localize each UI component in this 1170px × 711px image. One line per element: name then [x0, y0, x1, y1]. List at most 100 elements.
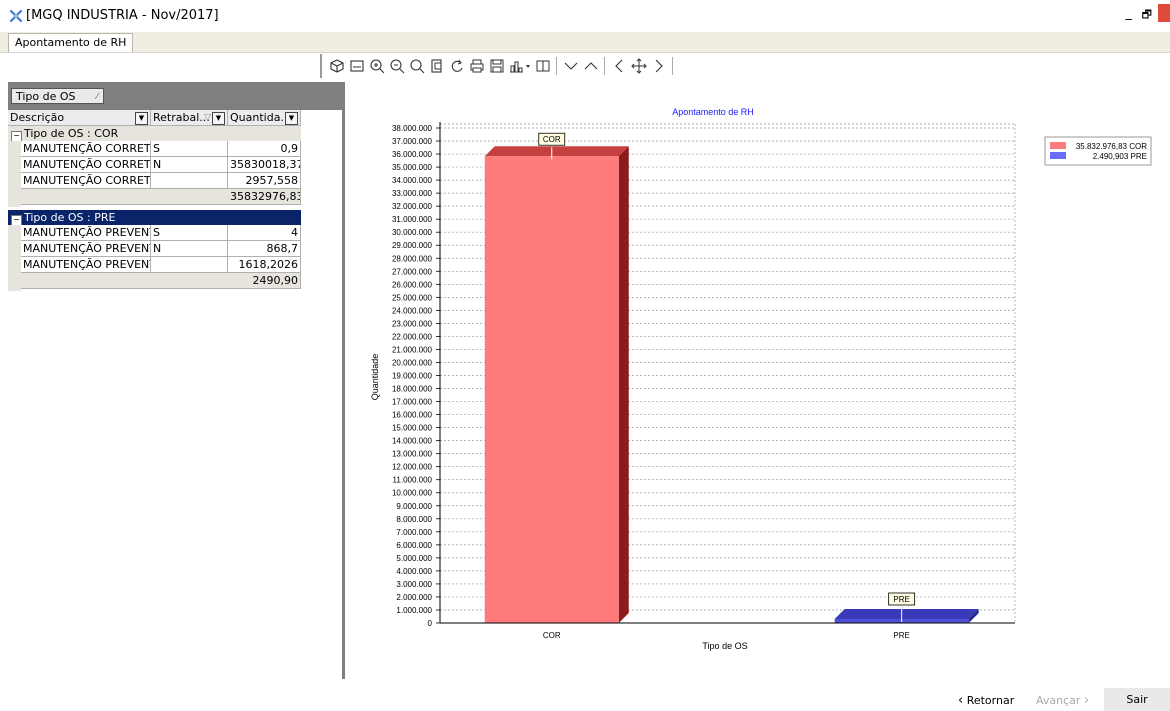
y-tick-label: 20.000.000 — [392, 358, 433, 367]
group-label: Tipo de OS : COR — [24, 127, 119, 140]
cell-retrabalho[interactable] — [151, 257, 228, 273]
y-axis-ticks: 0 1.000.000 2.000.000 3.000.000 4.000.000 5.0… — [392, 124, 440, 628]
zoom-out-icon[interactable] — [388, 57, 406, 75]
y-tick-label: 32.000.000 — [392, 202, 433, 211]
cell-descricao[interactable]: MANUTENÇÃO CORRETIVA FC — [21, 141, 151, 157]
cell-quantidade[interactable]: 0,9 — [228, 141, 301, 157]
cell-quantidade[interactable]: 2957,558 — [228, 173, 301, 189]
chart-area: Apontamento de RH 0 1.000.000 2.000.000 3.0… — [345, 82, 1170, 682]
x-axis-ticks: COR PRE — [543, 631, 910, 640]
forward-button[interactable]: Avançar › — [1036, 693, 1089, 709]
y-tick-label: 1.000.000 — [396, 606, 432, 615]
column-header-retrabalho[interactable]: Retrabal... ▽ ▼ — [151, 110, 228, 126]
group-total-pre: 2490,90 — [228, 273, 301, 289]
bar-cor[interactable] — [484, 156, 619, 623]
cell-retrabalho[interactable]: N — [151, 157, 228, 173]
group-indent — [8, 141, 21, 207]
panel-icon[interactable] — [348, 57, 366, 75]
y-axis-title: Quantidade — [370, 354, 380, 401]
y-tick-label: 37.000.000 — [392, 137, 433, 146]
cell-descricao[interactable]: MANUTENÇÃO CORRETIVA FC — [21, 157, 151, 173]
toolbar-separator — [556, 57, 557, 75]
legend-swatch — [1050, 152, 1066, 159]
group-indent — [8, 225, 21, 291]
y-tick-label: 33.000.000 — [392, 189, 433, 198]
close-button[interactable] — [1158, 4, 1170, 22]
data-label-cor: COR — [543, 135, 561, 144]
back-button[interactable]: ‹ Retornar — [958, 693, 1014, 709]
group-row-cor[interactable]: − Tipo de OS : COR — [8, 126, 301, 142]
toolbar-separator — [604, 57, 605, 75]
y-tick-label: 31.000.000 — [392, 215, 433, 224]
restore-button[interactable]: 🗗 — [1142, 6, 1152, 25]
chart-type-icon[interactable] — [508, 57, 532, 75]
cell-descricao[interactable]: MANUTENÇÃO PREVENTIVA — [21, 257, 151, 273]
y-tick-label: 17.000.000 — [392, 398, 433, 407]
cell-quantidade[interactable]: 868,7 — [228, 241, 301, 257]
layout-icon[interactable] — [534, 57, 552, 75]
zoom-in-icon[interactable] — [368, 57, 386, 75]
y-tick-label: 11.000.000 — [393, 476, 433, 485]
filter-dropdown-icon[interactable]: ▼ — [212, 112, 225, 125]
y-tick-label: 15.000.000 — [392, 424, 433, 433]
pivot-field-area: Tipo de OS ⁄ — [8, 82, 342, 110]
zoom-reset-icon[interactable] — [408, 57, 426, 75]
cell-retrabalho[interactable] — [151, 173, 228, 189]
y-tick-label: 29.000.000 — [392, 241, 433, 250]
group-total-spacer — [21, 273, 228, 289]
right-icon[interactable] — [650, 57, 668, 75]
cell-descricao[interactable]: MANUTENÇÃO PREVENTIVA — [21, 225, 151, 241]
3d-icon[interactable] — [328, 57, 346, 75]
down-icon[interactable] — [562, 57, 580, 75]
cell-descricao[interactable]: MANUTENÇÃO PREVENTIVA — [21, 241, 151, 257]
app-icon — [9, 9, 23, 23]
field-tipo-de-os[interactable]: Tipo de OS ⁄ — [11, 88, 104, 104]
cell-retrabalho[interactable]: S — [151, 225, 228, 241]
y-tick-label: 22.000.000 — [392, 332, 433, 341]
cell-quantidade[interactable]: 1618,2026 — [228, 257, 301, 273]
bottom-navigation: ‹ Retornar Avançar › Sair — [0, 688, 1170, 711]
column-header-quantidade[interactable]: Quantida... ▼ — [228, 110, 301, 126]
cell-quantidade[interactable]: 4 — [228, 225, 301, 241]
legend-swatch — [1050, 142, 1066, 149]
window-titlebar: [MGQ INDUSTRIA - Nov/2017] _ 🗗 — [0, 0, 1170, 32]
print-icon[interactable] — [468, 57, 486, 75]
toolbar-separator — [672, 57, 673, 75]
exit-button[interactable]: Sair — [1104, 688, 1170, 711]
left-icon[interactable] — [610, 57, 628, 75]
field-tipo-de-os-label: Tipo de OS — [16, 90, 76, 103]
move-icon[interactable] — [630, 57, 648, 75]
legend-label: 35.832.976,83 COR — [1076, 142, 1147, 151]
minimize-button[interactable]: _ — [1126, 6, 1133, 21]
up-icon[interactable] — [582, 57, 600, 75]
filter-dropdown-icon[interactable]: ▼ — [285, 112, 298, 125]
y-tick-label: 12.000.000 — [392, 463, 433, 472]
cell-retrabalho[interactable]: S — [151, 141, 228, 157]
y-tick-label: 10.000.000 — [392, 489, 433, 498]
cell-retrabalho[interactable]: N — [151, 241, 228, 257]
forward-label: Avançar — [1036, 694, 1081, 707]
bar-top-pre — [834, 609, 979, 619]
cell-descricao[interactable]: MANUTENÇÃO CORRETIVA FC — [21, 173, 151, 189]
save-icon[interactable] — [488, 57, 506, 75]
filter-icon: ▽ — [204, 113, 211, 123]
column-header-label: Quantida... — [230, 111, 291, 124]
copy-icon[interactable] — [428, 57, 446, 75]
column-header-descricao[interactable]: Descrição ▼ — [8, 110, 151, 126]
y-tick-label: 14.000.000 — [392, 437, 433, 446]
y-tick-label: 18.000.000 — [392, 385, 433, 394]
bar-chart: Apontamento de RH 0 1.000.000 2.000.000 3.0… — [370, 107, 1152, 651]
filter-dropdown-icon[interactable]: ▼ — [135, 112, 148, 125]
cell-quantidade[interactable]: 35830018,37: — [228, 157, 301, 173]
rotate-icon[interactable] — [448, 57, 466, 75]
y-tick-label: 0 — [428, 619, 433, 628]
y-tick-label: 24.000.000 — [392, 306, 433, 315]
y-tick-label: 8.000.000 — [396, 515, 432, 524]
y-tick-label: 25.000.000 — [392, 293, 433, 302]
group-row-pre[interactable]: − Tipo de OS : PRE — [8, 210, 301, 226]
legend-label: 2.490,903 PRE — [1093, 152, 1147, 161]
y-tick-label: 9.000.000 — [396, 502, 432, 511]
tab-apontamento-rh[interactable]: Apontamento de RH — [8, 33, 134, 52]
y-tick-label: 13.000.000 — [392, 450, 433, 459]
y-tick-label: 6.000.000 — [396, 541, 432, 550]
